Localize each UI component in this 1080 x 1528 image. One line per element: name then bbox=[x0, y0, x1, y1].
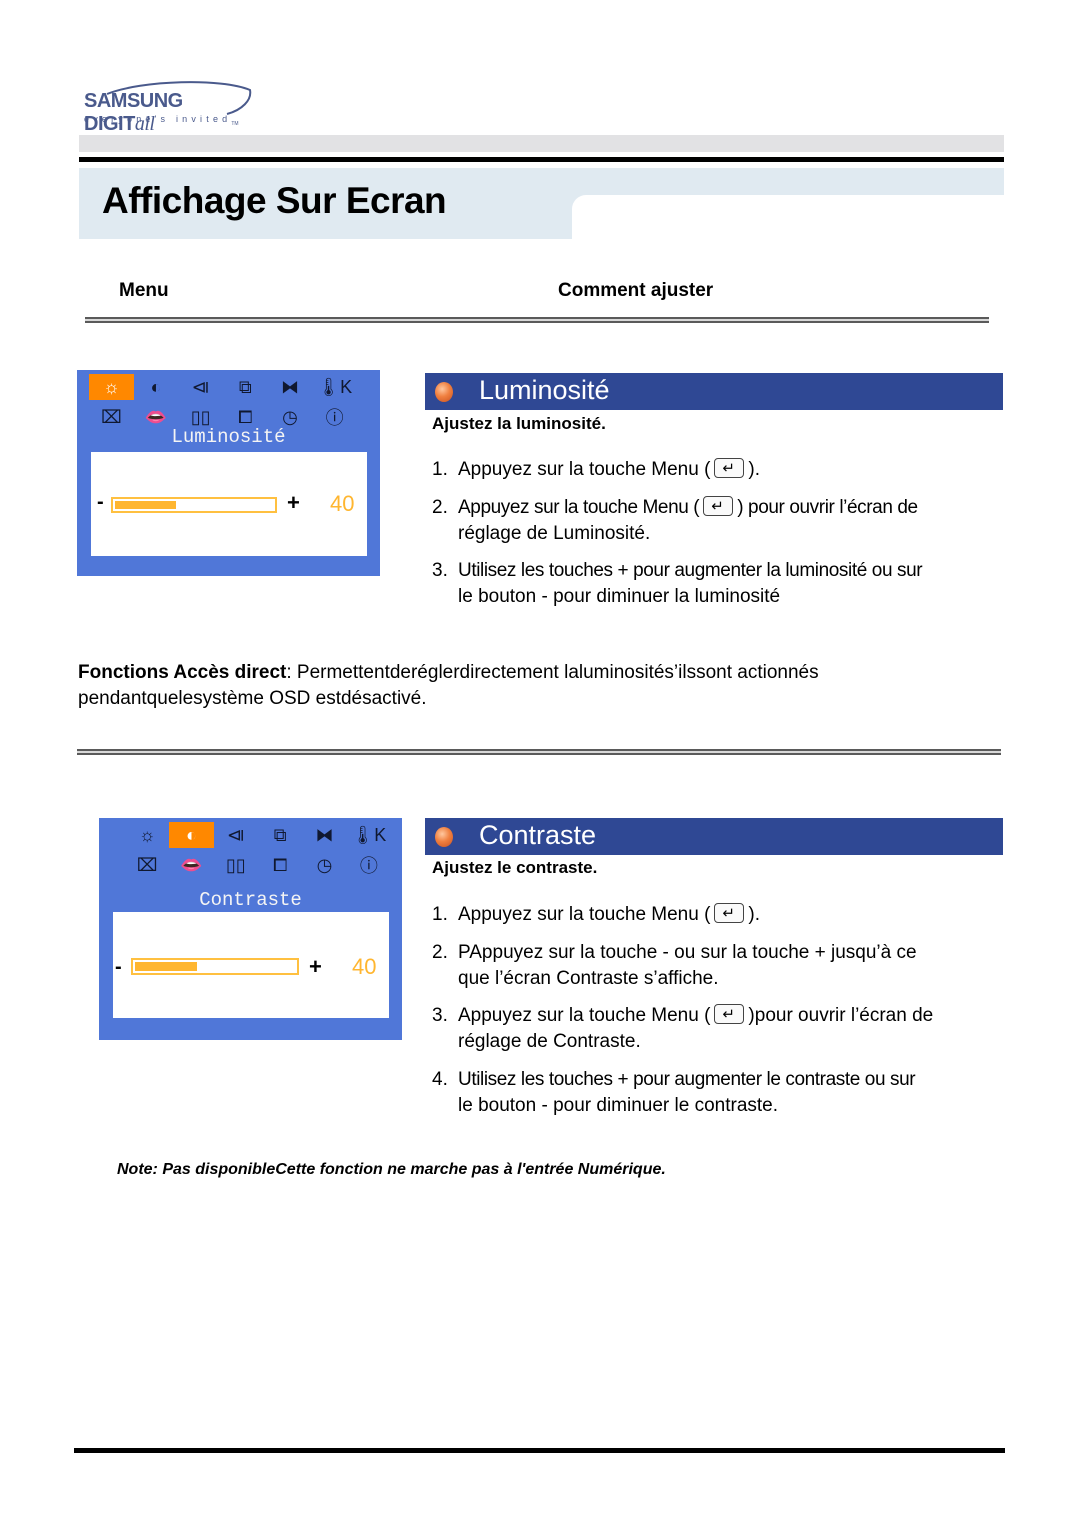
bullet-icon bbox=[435, 382, 453, 402]
step-text: Appuyez sur la touche Menu ( bbox=[458, 904, 711, 925]
menu-key-icon bbox=[714, 1002, 745, 1028]
step-number: 4. bbox=[432, 1069, 448, 1090]
section-subhead: Ajustez la luminosité. bbox=[432, 414, 606, 433]
step-item: 1. Appuyez sur la touche Menu (). bbox=[432, 901, 1012, 928]
section-banner-luminosite: Luminosité bbox=[425, 373, 1003, 410]
osd-level-bar bbox=[111, 497, 277, 513]
osd-plus: + bbox=[309, 954, 322, 979]
step-number: 3. bbox=[432, 560, 448, 581]
osd-value: 40 bbox=[352, 954, 377, 979]
note-text: Note: Pas disponibleCette fonction ne ma… bbox=[117, 1161, 666, 1178]
step-text: le bouton - pour diminuer le contraste. bbox=[458, 1095, 779, 1116]
step-text: réglage de Contraste. bbox=[458, 1031, 641, 1052]
contrast-icon: ◐ bbox=[169, 822, 214, 848]
section-banner-contraste: Contraste bbox=[425, 818, 1003, 855]
direct-access-label: Fonctions Accès direct bbox=[78, 662, 287, 683]
step-text: Appuyez sur la touche Menu ( bbox=[458, 1005, 711, 1026]
divider bbox=[85, 317, 989, 323]
step-text: Utilisez les touches + pour augmenter la… bbox=[458, 560, 923, 581]
direct-access-paragraph: Fonctions Accès direct: Permettentderégl… bbox=[78, 660, 1008, 712]
step-text: )pour ouvrir l’écran de bbox=[748, 1005, 934, 1026]
section-subhead: Ajustez le contraste. bbox=[432, 858, 598, 877]
osd-time-icon: ◷ bbox=[316, 854, 333, 875]
osd-title: Luminosité bbox=[171, 426, 286, 448]
divider bbox=[77, 749, 1001, 755]
geometry-icon: ⌧ bbox=[136, 854, 158, 875]
image-lock-icon: ⧏ bbox=[191, 376, 210, 397]
page-title: Affichage Sur Ecran bbox=[102, 180, 447, 221]
osd-title: Contraste bbox=[199, 889, 302, 911]
step-item: 4. Utilisez les touches + pour augmenter… bbox=[432, 1067, 1012, 1119]
step-item: 3. Appuyez sur la touche Menu ( )pour ouv… bbox=[432, 1002, 1012, 1055]
title-notch bbox=[572, 195, 1004, 245]
language-icon: 👄 bbox=[180, 854, 203, 875]
step-text: ). bbox=[748, 904, 761, 925]
step-text: Utilisez les touches + pour augmenter le… bbox=[458, 1069, 916, 1090]
osd-screen-contraste: ☼ ◐ ⧏ ⧉ ⧓ 🌡K ⌧ 👄 ▯▯ ⧠ ◷ ⓘ Contraste - + 40 bbox=[99, 818, 402, 1040]
osd-minus: - bbox=[115, 956, 122, 978]
column-header-menu: Menu bbox=[119, 280, 169, 301]
osd-level-fill bbox=[115, 501, 176, 509]
direct-access-text: pendantquelesystème OSD estdésactivé. bbox=[78, 688, 427, 709]
step-item: 1. Appuyez sur la touche Menu (). bbox=[432, 456, 1012, 483]
osd-value: 40 bbox=[330, 491, 355, 516]
step-text: que l’écran Contraste s’affiche. bbox=[458, 968, 719, 989]
logo-brand: SAMSUNG DIGITall bbox=[84, 90, 183, 135]
brightness-icon: ☼ bbox=[89, 374, 134, 400]
position-icon: ⧉ bbox=[238, 376, 252, 397]
step-text: le bouton - pour diminuer la luminosité bbox=[458, 586, 781, 607]
menu-key-icon bbox=[714, 456, 745, 482]
osd-screen-luminosite: ☼ ◐ ⧏ ⧉ ⧓ 🌡K ⌧ 👄 ▯▯ ⧠ ◷ ⓘ Luminosité - + 40 bbox=[77, 370, 380, 576]
info-icon: ⓘ bbox=[359, 856, 378, 876]
header-band bbox=[79, 135, 1004, 152]
color-temp-icon: 🌡K bbox=[317, 376, 353, 397]
size-icon: ⧓ bbox=[280, 376, 299, 397]
header-rule bbox=[79, 157, 1004, 162]
step-text: Appuyez sur la touche Menu ( bbox=[458, 459, 711, 480]
osd-plus: + bbox=[287, 490, 300, 515]
logo-tagline: everyone's invitedTM bbox=[84, 114, 239, 127]
position-icon: ⧉ bbox=[273, 824, 287, 845]
osd-level-bar bbox=[131, 958, 299, 975]
osd-level-fill bbox=[135, 962, 197, 971]
direct-access-text: : Permettentderéglerdirectement lalumino… bbox=[286, 662, 819, 683]
banner-title: Luminosité bbox=[479, 375, 610, 405]
step-number: 3. bbox=[432, 1005, 448, 1026]
osd-minus: - bbox=[97, 491, 104, 513]
column-header-how: Comment ajuster bbox=[558, 280, 714, 301]
step-number: 1. bbox=[432, 459, 448, 480]
step-text: réglage de Luminosité. bbox=[458, 523, 651, 544]
samsung-logo: SAMSUNG DIGITall everyone's invitedTM bbox=[82, 80, 252, 135]
bullet-icon bbox=[435, 827, 453, 847]
osd-icon-grid: ☼ ◐ ⧏ ⧉ ⧓ 🌡K ⌧ 👄 ▯▯ ⧠ ◷ ⓘ bbox=[125, 822, 391, 878]
size-icon: ⧓ bbox=[315, 824, 334, 845]
step-number: 2. bbox=[432, 497, 448, 518]
step-text: PAppuyez sur la touche - ou sur la touch… bbox=[458, 942, 917, 963]
step-text: ) pour ouvrir l’écran de bbox=[737, 497, 918, 518]
step-text: Appuyez sur la touche Menu ( bbox=[458, 497, 700, 518]
step-item: 2. Appuyez sur la touche Menu ( ) pour ou… bbox=[432, 494, 1012, 547]
image-lock-icon: ⧏ bbox=[226, 824, 245, 845]
step-item: 2. PAppuyez sur la touche - ou sur la to… bbox=[432, 940, 1012, 992]
osd-icon-grid: ☼ ◐ ⧏ ⧉ ⧓ 🌡K ⌧ 👄 ▯▯ ⧠ ◷ ⓘ bbox=[89, 374, 357, 430]
step-number: 1. bbox=[432, 904, 448, 925]
contrast-icon: ◐ bbox=[150, 376, 162, 397]
pip-icon: ⧠ bbox=[272, 854, 288, 875]
menu-key-icon bbox=[714, 901, 745, 927]
color-temp-icon: 🌡K bbox=[351, 824, 387, 845]
menu-key-icon bbox=[703, 494, 734, 520]
zoom-icon: ▯▯ bbox=[225, 854, 246, 875]
footer-rule bbox=[74, 1448, 1005, 1453]
banner-title: Contraste bbox=[479, 820, 597, 850]
step-item: 3. Utilisez les touches + pour augmenter… bbox=[432, 558, 1012, 610]
brightness-icon: ☼ bbox=[138, 824, 156, 845]
step-text: ). bbox=[748, 459, 761, 480]
step-number: 2. bbox=[432, 942, 448, 963]
